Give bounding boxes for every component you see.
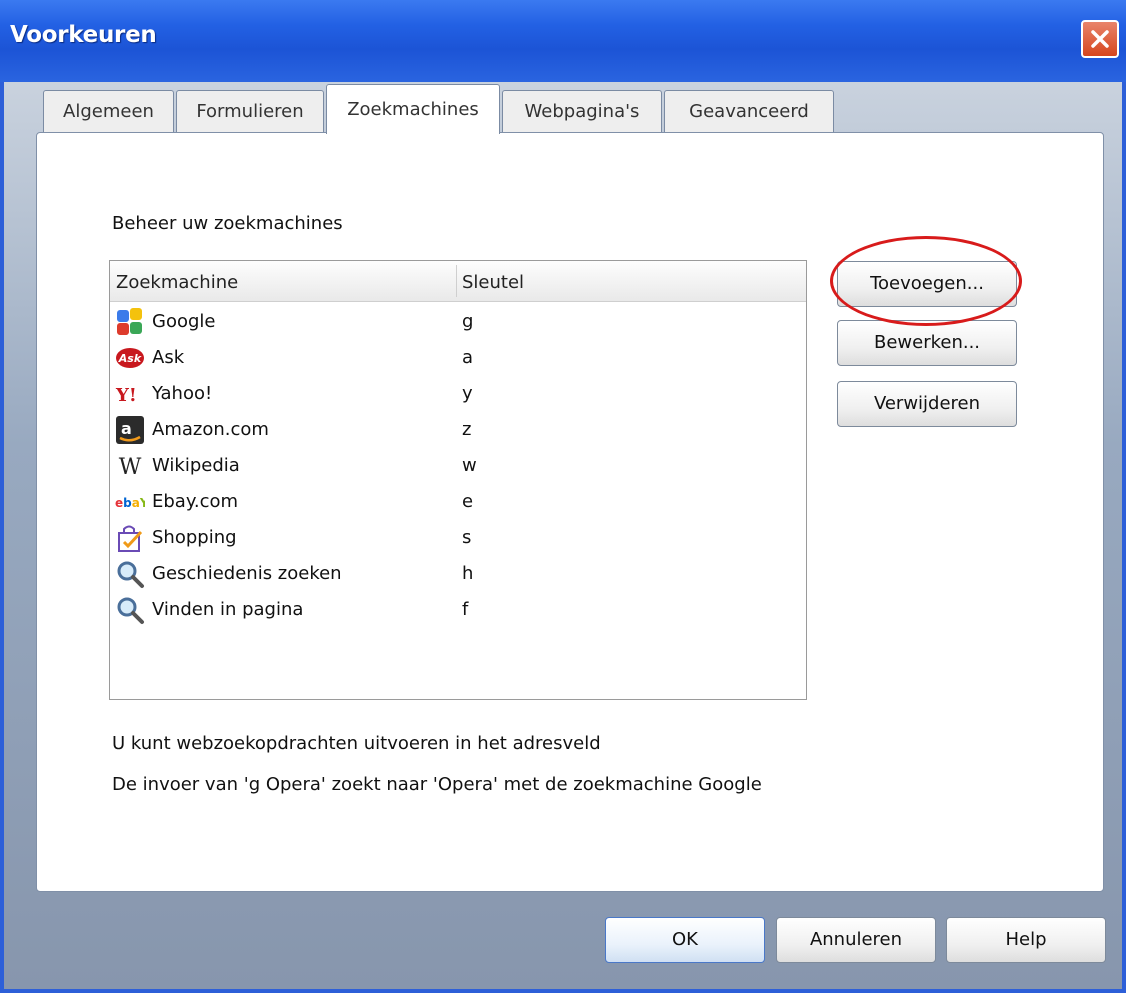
title-bar[interactable]: Voorkeuren (0, 0, 1126, 82)
engine-name: Ask (152, 347, 185, 368)
amazon-icon: a (116, 416, 144, 444)
list-item[interactable]: Geschiedenis zoeken h (110, 557, 806, 593)
engine-name: Shopping (152, 527, 237, 548)
engine-name: Wikipedia (152, 455, 240, 476)
ebay-icon: ebaY (115, 496, 145, 510)
engine-name: Vinden in pagina (152, 599, 304, 620)
tab-formulieren[interactable]: Formulieren (176, 90, 324, 132)
engine-key: z (462, 419, 472, 440)
list-item[interactable]: Shopping s (110, 521, 806, 557)
list-item[interactable]: W Wikipedia w (110, 449, 806, 485)
yahoo-icon: Y! (115, 385, 137, 406)
engine-name: Ebay.com (152, 491, 239, 512)
engine-key: a (462, 347, 474, 368)
list-header: Zoekmachine Sleutel (110, 261, 806, 302)
magnifier-icon (117, 597, 144, 624)
engine-key: h (462, 563, 474, 584)
column-header-engine[interactable]: Zoekmachine (116, 272, 238, 293)
svg-text:ebaY: ebaY (115, 496, 145, 510)
search-engine-list[interactable]: Zoekmachine Sleutel Google g Ask Ask a Y… (109, 260, 807, 700)
list-item[interactable]: Ask Ask a (110, 341, 806, 377)
shopping-bag-icon (118, 525, 143, 552)
tab-algemeen[interactable]: Algemeen (43, 90, 174, 132)
tab-zoekmachines[interactable]: Zoekmachines (326, 84, 500, 134)
engine-name: Google (152, 311, 216, 332)
info-text-example: De invoer van 'g Opera' zoekt naar 'Oper… (112, 774, 762, 795)
magnifier-icon (117, 561, 144, 588)
window-title: Voorkeuren (10, 22, 157, 48)
engine-key: y (462, 383, 473, 404)
wikipedia-icon: W (119, 455, 142, 480)
engine-key: g (462, 311, 474, 332)
column-divider[interactable] (456, 265, 457, 297)
close-button[interactable] (1081, 20, 1119, 58)
tab-webpaginas[interactable]: Webpagina's (502, 90, 662, 132)
close-icon (1091, 30, 1109, 48)
remove-button[interactable]: Verwijderen (837, 381, 1017, 427)
list-item[interactable]: ebaY Ebay.com e (110, 485, 806, 521)
svg-text:Y!: Y! (115, 385, 137, 406)
highlight-circle (830, 236, 1022, 326)
engine-name: Geschiedenis zoeken (152, 563, 342, 584)
info-text-address-field: U kunt webzoekopdrachten uitvoeren in he… (112, 733, 601, 754)
svg-text:Ask: Ask (118, 352, 142, 365)
google-icon (117, 308, 142, 335)
engine-key: f (462, 599, 469, 620)
list-item[interactable]: Google g (110, 305, 806, 341)
ok-button[interactable]: OK (605, 917, 765, 963)
engine-name: Yahoo! (152, 383, 213, 404)
list-item[interactable]: Vinden in pagina f (110, 593, 806, 629)
list-item[interactable]: Y! Yahoo! y (110, 377, 806, 413)
engine-name: Amazon.com (152, 419, 269, 440)
help-button[interactable]: Help (946, 917, 1106, 963)
list-item[interactable]: a Amazon.com z (110, 413, 806, 449)
panel-heading: Beheer uw zoekmachines (112, 213, 343, 234)
edit-button[interactable]: Bewerken... (837, 320, 1017, 366)
svg-text:W: W (119, 455, 142, 480)
engine-key: w (462, 455, 477, 476)
tab-geavanceerd[interactable]: Geavanceerd (664, 90, 834, 132)
column-header-key[interactable]: Sleutel (462, 272, 524, 293)
ask-icon: Ask (116, 348, 144, 368)
engine-key: e (462, 491, 474, 512)
cancel-button[interactable]: Annuleren (776, 917, 936, 963)
engine-key: s (462, 527, 472, 548)
svg-text:a: a (121, 419, 132, 438)
